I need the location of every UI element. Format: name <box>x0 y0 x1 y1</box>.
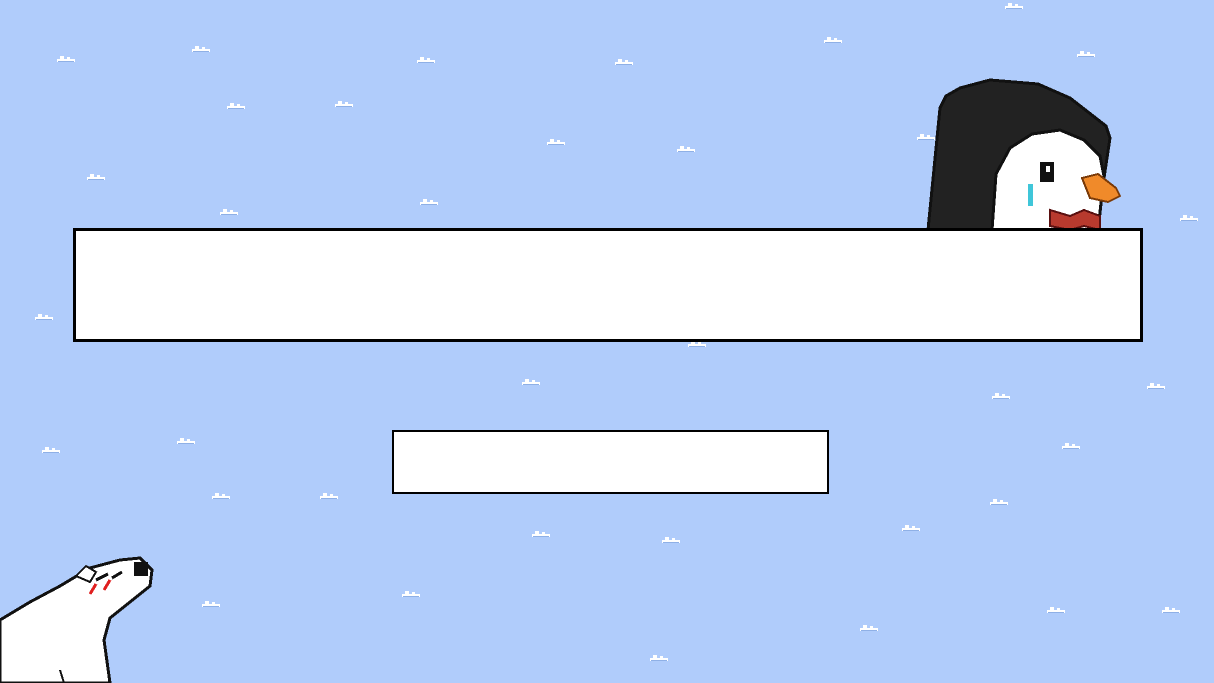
game-scene <box>0 0 1214 683</box>
snow-drift-icon <box>1145 382 1167 390</box>
snow-drift-icon <box>822 36 844 44</box>
snow-drift-icon <box>545 138 567 146</box>
snow-drift-icon <box>40 446 62 454</box>
snow-drift-icon <box>520 378 542 386</box>
snow-drift-icon <box>613 58 635 66</box>
snow-drift-icon <box>1075 50 1097 58</box>
snow-drift-icon <box>318 492 340 500</box>
snow-drift-icon <box>660 536 682 544</box>
title-panel <box>73 228 1143 342</box>
snow-drift-icon <box>1178 214 1200 222</box>
snow-drift-icon <box>858 624 880 632</box>
snow-drift-icon <box>55 55 77 63</box>
snow-drift-icon <box>218 208 240 216</box>
snow-drift-icon <box>33 313 55 321</box>
snow-drift-icon <box>400 590 422 598</box>
snow-drift-icon <box>200 600 222 608</box>
snow-drift-icon <box>415 56 437 64</box>
snow-drift-icon <box>210 492 232 500</box>
snow-drift-icon <box>190 45 212 53</box>
penguin-icon <box>926 78 1122 230</box>
polar-bear-icon <box>0 556 154 683</box>
snow-drift-icon <box>648 654 670 662</box>
snow-drift-icon <box>1160 606 1182 614</box>
snow-drift-icon <box>225 102 247 110</box>
snow-drift-icon <box>85 173 107 181</box>
snow-drift-icon <box>530 530 552 538</box>
snow-drift-icon <box>1060 442 1082 450</box>
snow-drift-icon <box>1003 2 1025 10</box>
snow-drift-icon <box>990 392 1012 400</box>
snow-drift-icon <box>675 145 697 153</box>
snow-drift-icon <box>1045 606 1067 614</box>
snow-drift-icon <box>988 498 1010 506</box>
snow-drift-icon <box>175 437 197 445</box>
start-button[interactable] <box>392 430 829 494</box>
snow-drift-icon <box>418 198 440 206</box>
snow-drift-icon <box>900 524 922 532</box>
snow-drift-icon <box>333 100 355 108</box>
